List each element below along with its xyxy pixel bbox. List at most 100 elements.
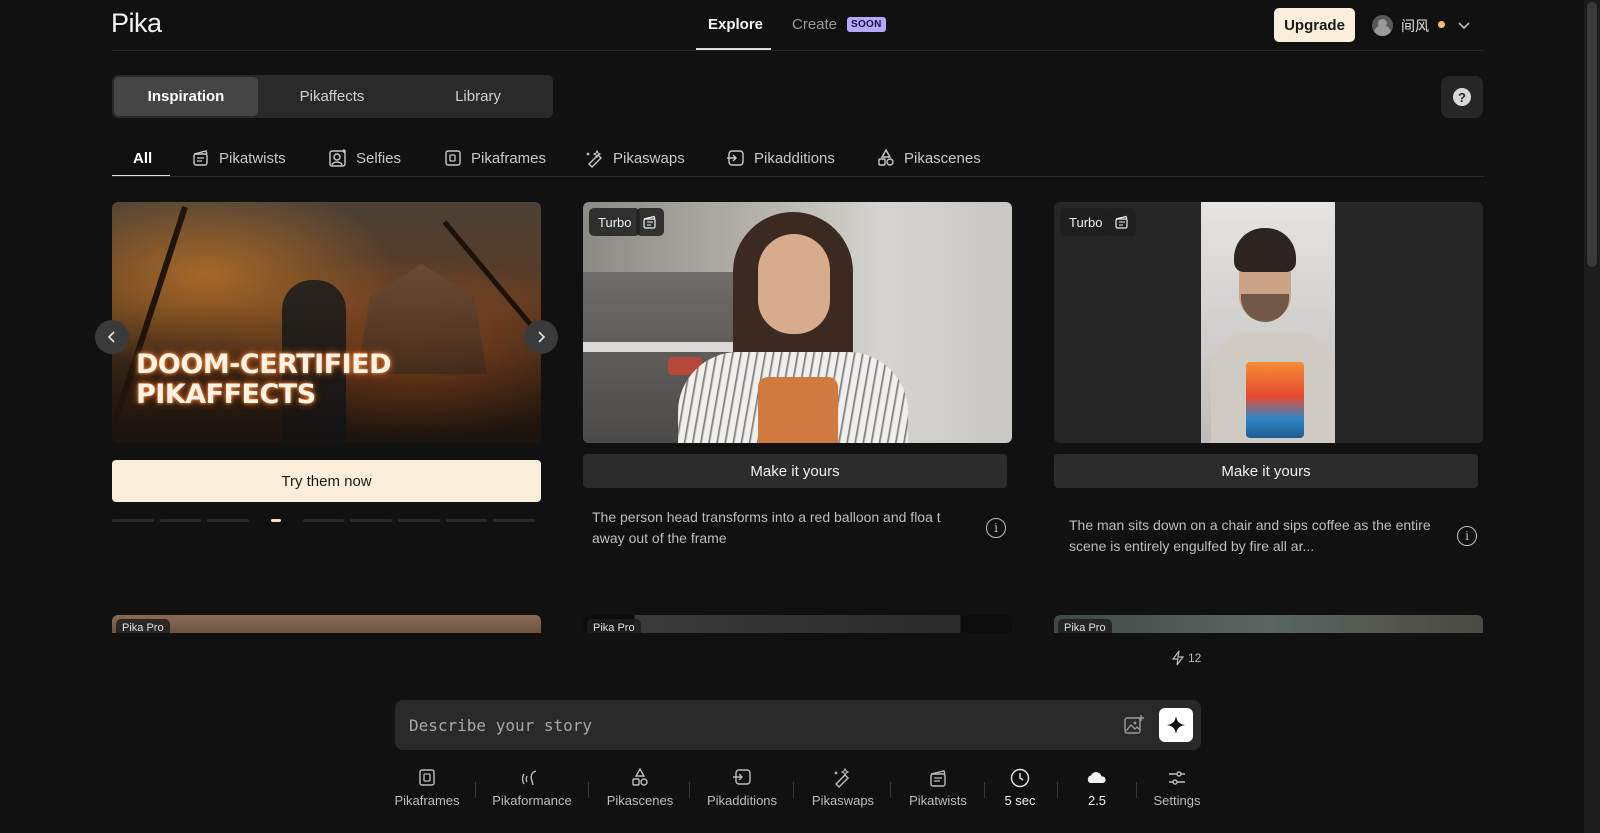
avatar[interactable] (1372, 15, 1393, 36)
filter-pikaswaps-label: Pikaswaps (613, 149, 685, 167)
card2-decor (1234, 228, 1296, 272)
carousel-dot[interactable] (207, 519, 249, 522)
filter-pikascenes-label: Pikascenes (904, 149, 981, 167)
model-badge: Turbo (1060, 208, 1112, 236)
tool-pikaswaps[interactable]: Pikaswaps (809, 767, 877, 817)
make-it-yours-button[interactable]: Make it yours (1054, 454, 1478, 488)
pikadditions-icon (727, 150, 744, 166)
carousel-dot[interactable] (493, 519, 535, 522)
carousel-dot[interactable] (398, 519, 440, 522)
video-card-5[interactable]: Pika Pro (1054, 615, 1483, 633)
tool-pikascenes[interactable]: Pikascenes (604, 767, 676, 817)
model-badge: Turbo (589, 208, 641, 236)
filter-pikadditions[interactable]: Pikadditions (726, 147, 835, 169)
card1-decor (583, 342, 758, 352)
page-scrollbar[interactable] (1584, 0, 1600, 833)
tool-model[interactable]: 2.5 (1077, 767, 1117, 817)
carousel-dot[interactable] (302, 519, 345, 522)
top-bar-divider (112, 50, 1484, 51)
tool-pikaframes[interactable]: Pikaframes (394, 767, 460, 817)
username[interactable]: 间风 (1401, 16, 1429, 36)
tool-settings[interactable]: Settings (1150, 767, 1204, 817)
tool-label: 5 sec (1004, 793, 1036, 808)
story-input[interactable] (409, 713, 1089, 737)
tool-label: Pikaswaps (811, 793, 875, 808)
carousel-dot[interactable] (350, 519, 392, 522)
video-card-2[interactable]: Turbo (1054, 202, 1483, 443)
info-icon[interactable]: i (1457, 526, 1477, 546)
toolbar-divider (689, 782, 690, 798)
tool-pikatwists[interactable]: Pikatwists (906, 767, 970, 817)
filter-pikaframes[interactable]: Pikaframes (443, 147, 546, 169)
generate-button[interactable] (1159, 708, 1193, 742)
clock-icon (1010, 768, 1030, 788)
filter-selfies-label: Selfies (356, 149, 402, 167)
status-dot (1438, 21, 1445, 28)
upgrade-button[interactable]: Upgrade (1274, 8, 1355, 42)
model-badge: Pika Pro (1058, 619, 1112, 633)
tool-pikadditions[interactable]: Pikadditions (705, 767, 779, 817)
filter-pikaswaps[interactable]: Pikaswaps (585, 147, 685, 169)
tab-library[interactable]: Library (406, 77, 550, 116)
filter-all[interactable]: All (133, 147, 152, 169)
hero-title-line1: DOOM-CERTIFIED (136, 349, 392, 380)
nav-explore[interactable]: Explore (708, 16, 763, 33)
toolbar-divider (1057, 782, 1058, 798)
tool-label: 2.5 (1087, 793, 1107, 808)
info-icon[interactable]: i (986, 518, 1006, 538)
nav-create[interactable]: Create (792, 16, 837, 33)
tool-label: Pikaformance (492, 793, 572, 808)
credits-indicator: 12 (1171, 650, 1201, 666)
model-badge: Pika Pro (587, 619, 641, 633)
pikatwists-icon (643, 215, 656, 229)
video-card-3[interactable]: Pika Pro (112, 615, 541, 633)
toolbar-divider (588, 782, 589, 798)
hero-banner[interactable]: DOOM-CERTIFIED PIKAFFECTS (112, 202, 541, 443)
try-them-now-button[interactable]: Try them now (112, 460, 541, 502)
pikatwists-icon (930, 770, 946, 787)
card-prompt: The person head transforms into a red ba… (592, 509, 941, 546)
hero-title: DOOM-CERTIFIED PIKAFFECTS (136, 349, 392, 410)
pikaswaps-icon (586, 149, 602, 168)
carousel-dot[interactable] (159, 519, 202, 522)
tool-pikaformance[interactable]: Pikaformance (491, 767, 573, 817)
chevron-right-icon (538, 331, 546, 343)
carousel-dot[interactable] (445, 519, 488, 522)
filter-selfies[interactable]: Selfies (328, 147, 401, 169)
video-card-1[interactable]: Turbo (583, 202, 1012, 443)
pika-logo[interactable]: Pika (111, 8, 162, 39)
carousel-dot[interactable] (112, 519, 154, 522)
chevron-down-icon[interactable] (1456, 17, 1472, 33)
image-upload-icon[interactable] (1123, 714, 1145, 736)
carousel-prev-button[interactable] (95, 320, 129, 354)
hero-title-line2: PIKAFFECTS (136, 379, 316, 410)
toolbar-divider (475, 782, 476, 798)
make-it-yours-button[interactable]: Make it yours (583, 454, 1007, 488)
carousel-dot-active[interactable] (270, 519, 281, 522)
sparkle-icon (1167, 716, 1185, 734)
card1-decor (758, 377, 838, 443)
filter-pikadditions-label: Pikadditions (754, 149, 835, 167)
toolbar-divider (1136, 782, 1137, 798)
tab-inspiration[interactable]: Inspiration (114, 77, 258, 116)
filter-pikascenes[interactable]: Pikascenes (876, 147, 981, 169)
settings-icon (1169, 771, 1185, 785)
video-card-4[interactable]: Pika Pro (583, 615, 1012, 633)
cloud-icon (1087, 772, 1106, 783)
card2-decor (1246, 362, 1304, 438)
tool-duration[interactable]: 5 sec (1000, 767, 1040, 817)
filter-pikatwists[interactable]: Pikatwists (191, 147, 286, 169)
carousel-next-button[interactable] (524, 320, 558, 354)
pikatwists-icon (1115, 215, 1128, 229)
prompt-bar (395, 700, 1201, 750)
toolbar-divider (890, 782, 891, 798)
scrollbar-thumb[interactable] (1587, 2, 1597, 267)
help-button[interactable]: ? (1441, 76, 1483, 118)
tab-pikaffects[interactable]: Pikaffects (260, 77, 404, 116)
selfie-icon (329, 149, 346, 167)
carousel-dots (112, 519, 541, 522)
card2-decor (1241, 294, 1289, 322)
card-prompt: The man sits down on a chair and sips co… (1069, 517, 1431, 554)
card1-decor (758, 234, 830, 334)
tool-label: Pikaframes (394, 793, 460, 808)
